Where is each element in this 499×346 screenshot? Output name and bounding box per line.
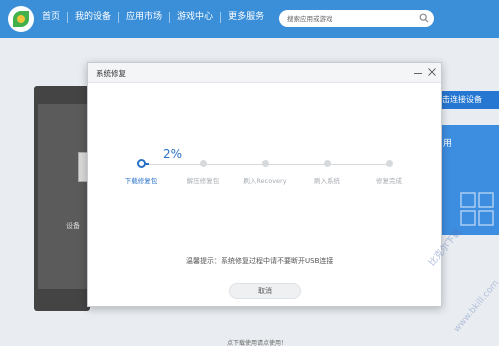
step-dot-extract	[200, 160, 207, 167]
usb-warning-text: 温馨提示：系统修复过程中请不要断开USB连接	[186, 257, 334, 265]
progress-percent: 2%	[163, 147, 183, 161]
nav-home[interactable]: 首页	[42, 12, 67, 23]
connect-device-button[interactable]: 击连接设备	[432, 91, 499, 109]
system-repair-dialog: 系统修复 2% 下载修复包 解压修复包 刷入Recovery 刷入系统 修复完成…	[87, 62, 442, 307]
nav-app-market[interactable]: 应用市场	[118, 12, 169, 23]
bottom-text: 点下载使用请点使用！	[227, 340, 288, 346]
step-dot-download	[137, 159, 146, 168]
step-dot-system	[324, 160, 331, 167]
step-label-extract: 解压修复包	[186, 177, 220, 185]
dialog-title: 系统修复	[96, 69, 126, 78]
step-dot-recovery	[262, 160, 269, 167]
close-icon[interactable]	[427, 67, 437, 77]
step-dot-complete	[386, 160, 393, 167]
search-input[interactable]: 搜索应用或游戏	[279, 10, 434, 27]
step-label-system: 刷入系统	[314, 177, 340, 185]
main-nav: 首页 我的设备 应用市场 游戏中心 更多服务	[42, 12, 271, 23]
step-label-recovery: 刷入Recovery	[243, 177, 287, 185]
dialog-titlebar: 系统修复	[88, 63, 441, 83]
search-placeholder: 搜索应用或游戏	[287, 15, 333, 23]
watermark-url: www.bkill.com	[452, 278, 499, 335]
search-icon[interactable]	[419, 13, 429, 23]
nav-game-center[interactable]: 游戏中心	[169, 12, 220, 23]
cancel-button[interactable]: 取消	[229, 283, 301, 299]
nav-more-services[interactable]: 更多服务	[220, 12, 271, 23]
app-logo-icon[interactable]	[8, 6, 34, 32]
minimize-icon[interactable]	[413, 67, 423, 77]
apps-grid-icon	[460, 192, 494, 226]
top-bar: 首页 我的设备 应用市场 游戏中心 更多服务 搜索应用或游戏	[0, 0, 499, 38]
device-status-text: 设备	[66, 222, 80, 230]
step-label-download: 下载修复包	[124, 177, 158, 185]
nav-my-devices[interactable]: 我的设备	[67, 12, 118, 23]
device-screen	[38, 104, 90, 289]
side-panel-text: 用	[443, 139, 453, 149]
step-label-complete: 修复完成	[376, 177, 402, 185]
logo-dot	[17, 15, 25, 23]
